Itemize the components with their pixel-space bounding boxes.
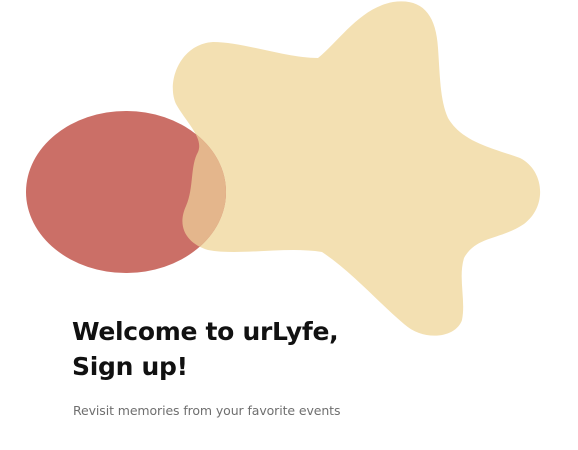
title-line-signup: Sign up!	[72, 352, 188, 381]
welcome-section: Welcome to urLyfe, Sign up!	[72, 314, 492, 384]
star-blob	[172, 1, 541, 336]
title-line-welcome: Welcome to urLyfe,	[72, 317, 339, 346]
page-title: Welcome to urLyfe, Sign up!	[72, 314, 492, 384]
page-subtitle: Revisit memories from your favorite even…	[73, 403, 341, 418]
